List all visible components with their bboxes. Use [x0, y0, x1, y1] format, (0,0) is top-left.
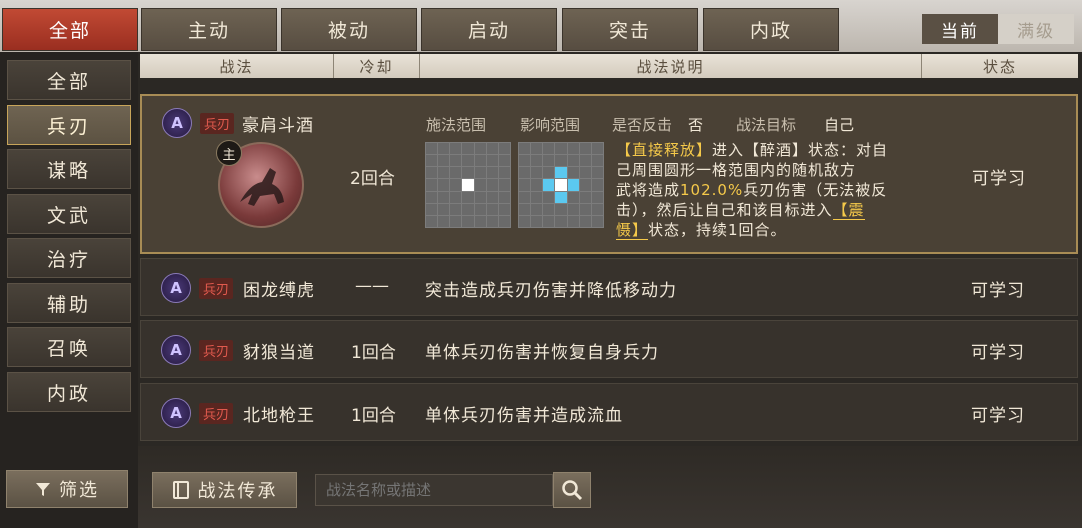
- skill-row-selected[interactable]: A 兵刃 豪肩斗酒 主 2回合 施法范围 影响范围 是否反击 否 战法目标 自己…: [140, 94, 1078, 254]
- tab-launch[interactable]: 启动: [421, 8, 557, 51]
- grade-badge: A: [161, 335, 191, 365]
- tab-domestic[interactable]: 内政: [703, 8, 839, 51]
- skill-inherit-label: 战法传承: [197, 481, 278, 502]
- desc-text: 击），然后让自己和该目标进入: [616, 201, 833, 219]
- desc-highlight[interactable]: 【震: [832, 201, 865, 220]
- skill-status: 可学习: [971, 343, 1025, 363]
- skill-description: 【直接释放】进入【醉酒】状态：对自 己周围圆形一格范围内的随机敌方 武将造成10…: [616, 140, 906, 240]
- desc-text: 兵刃伤害（无法被反: [743, 181, 888, 199]
- cast-range-label: 施法范围: [426, 116, 487, 134]
- type-tag: 兵刃: [199, 403, 234, 424]
- tab-assault[interactable]: 突击: [562, 8, 698, 51]
- book-icon: [172, 481, 189, 499]
- tab-active[interactable]: 主动: [141, 8, 277, 51]
- sidebar-item-domestic[interactable]: 内政: [7, 372, 131, 412]
- tab-passive[interactable]: 被动: [281, 8, 417, 51]
- sidebar-item-blade[interactable]: 兵刃: [7, 105, 131, 145]
- desc-highlight: 【直接释放】: [616, 141, 713, 159]
- type-tag: 兵刃: [200, 113, 235, 134]
- sidebar-item-heal[interactable]: 治疗: [7, 238, 131, 278]
- filter-button[interactable]: 筛选: [6, 470, 128, 508]
- skill-cooldown: ——: [355, 276, 389, 296]
- skill-cooldown: 2回合: [350, 169, 395, 189]
- skill-row[interactable]: A 兵刃 北地枪王 1回合 单体兵刃伤害并造成流血 可学习: [140, 383, 1078, 441]
- col-status: 状态: [922, 54, 1078, 78]
- skill-cooldown: 1回合: [351, 343, 396, 363]
- filter-icon: [36, 483, 50, 496]
- type-tag: 兵刃: [199, 278, 234, 299]
- skill-summary: 单体兵刃伤害并造成流血: [425, 406, 623, 426]
- sidebar-item-civil-military[interactable]: 文武: [7, 194, 131, 234]
- cast-range-grid: [425, 142, 511, 228]
- grade-badge: A: [162, 108, 192, 138]
- skill-name: 北地枪王: [243, 406, 315, 426]
- skill-row[interactable]: A 兵刃 豺狼当道 1回合 单体兵刃伤害并恢复自身兵力 可学习: [140, 320, 1078, 378]
- col-cooldown: 冷却: [334, 54, 420, 78]
- grade-badge: A: [161, 398, 191, 428]
- skill-name: 豪肩斗酒: [242, 116, 314, 136]
- target-label: 战法目标: [736, 116, 797, 134]
- desc-text: 武将造成: [616, 181, 681, 199]
- skill-summary: 突击造成兵刃伤害并降低移动力: [425, 281, 677, 301]
- type-tag: 兵刃: [199, 340, 234, 361]
- effect-range-grid: [518, 142, 604, 228]
- skill-cooldown: 1回合: [351, 406, 396, 426]
- tab-all[interactable]: 全部: [2, 8, 138, 51]
- desc-text: 进入【醉酒】状态：对自: [712, 141, 889, 159]
- skill-status: 可学习: [971, 406, 1025, 426]
- skill-name: 困龙缚虎: [243, 281, 315, 301]
- col-skill: 战法: [140, 54, 334, 78]
- sidebar-item-support[interactable]: 辅助: [7, 283, 131, 323]
- sidebar-item-all[interactable]: 全部: [7, 60, 131, 100]
- toggle-current-level[interactable]: 当前: [922, 14, 998, 44]
- skill-row[interactable]: A 兵刃 困龙缚虎 —— 突击造成兵刃伤害并降低移动力 可学习: [140, 258, 1078, 316]
- counter-label: 是否反击: [612, 116, 673, 134]
- skill-status: 可学习: [972, 169, 1026, 189]
- skill-name: 豺狼当道: [243, 343, 315, 363]
- search-button[interactable]: [553, 472, 591, 508]
- damage-percent: 102.0%: [680, 181, 744, 199]
- counter-value: 否: [688, 116, 704, 134]
- desc-text: 己周围圆形一格范围内的随机敌方: [616, 161, 857, 179]
- desc-text: 状态，持续1回合。: [648, 221, 787, 239]
- search-input[interactable]: [315, 474, 553, 506]
- desc-highlight[interactable]: 慑】: [616, 221, 649, 240]
- main-badge: 主: [216, 140, 242, 166]
- target-value: 自己: [824, 116, 855, 134]
- col-desc: 战法说明: [420, 54, 922, 78]
- skill-inherit-button[interactable]: 战法传承: [152, 472, 297, 508]
- skill-status: 可学习: [971, 281, 1025, 301]
- sidebar-item-summon[interactable]: 召唤: [7, 327, 131, 367]
- toggle-max-level[interactable]: 满级: [998, 14, 1074, 44]
- effect-range-label: 影响范围: [520, 116, 581, 134]
- search-icon: [562, 480, 583, 501]
- filter-label: 筛选: [59, 480, 99, 501]
- grade-badge: A: [161, 273, 191, 303]
- sidebar-item-strategy[interactable]: 谋略: [7, 149, 131, 189]
- skill-summary: 单体兵刃伤害并恢复自身兵力: [425, 343, 659, 363]
